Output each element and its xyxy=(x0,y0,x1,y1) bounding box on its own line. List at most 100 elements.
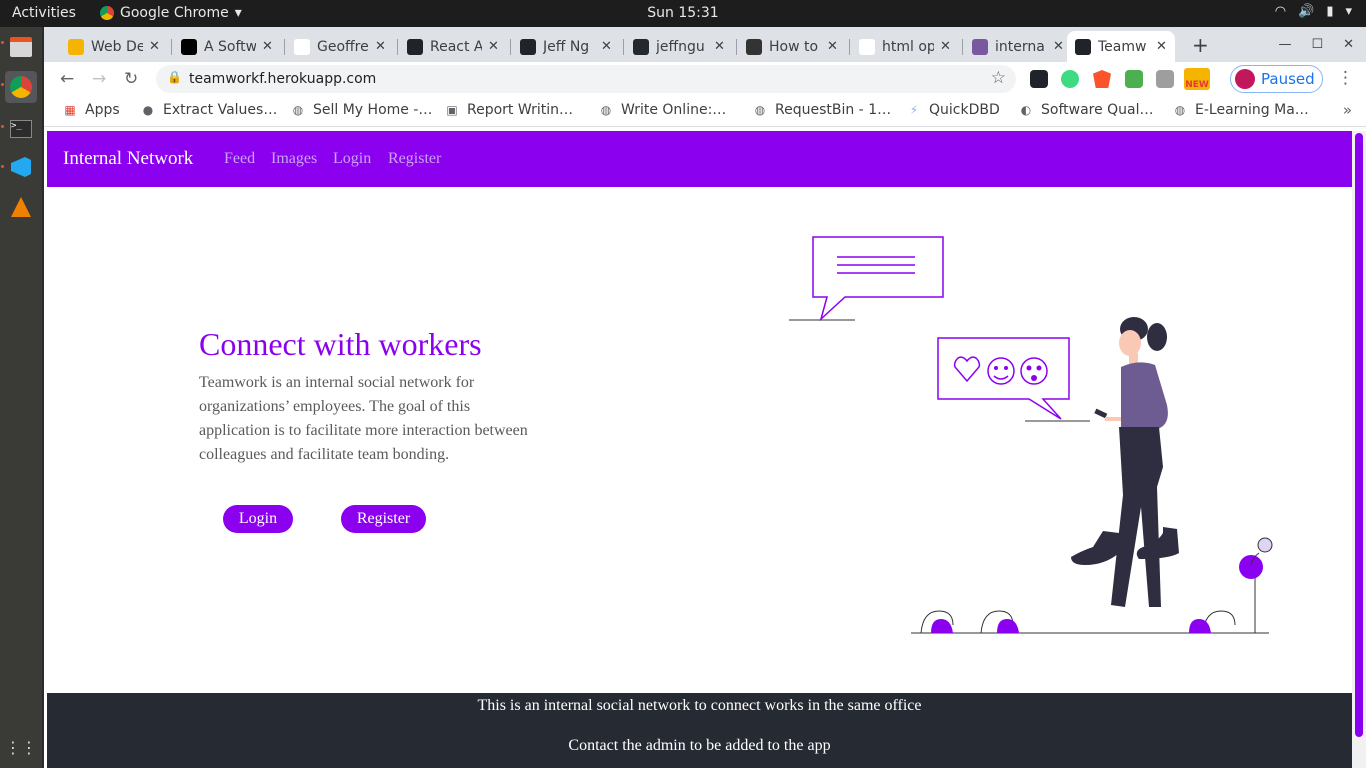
close-tab-icon[interactable]: ✕ xyxy=(827,39,838,54)
bookmark-label: Extract Values… xyxy=(163,102,278,118)
react-devtools-icon[interactable] xyxy=(1030,70,1048,88)
tab[interactable]: How to ✕ xyxy=(738,31,846,62)
bookmark-item[interactable]: ◍ Write Online:… xyxy=(598,102,727,118)
bookmark-star-icon[interactable]: ☆ xyxy=(991,68,1006,88)
brand-link[interactable]: Internal Network xyxy=(63,148,193,170)
bookmark-item[interactable]: ⚡ QuickDBD xyxy=(906,102,1000,118)
nav-register[interactable]: Register xyxy=(388,150,441,168)
vscode-icon[interactable] xyxy=(5,151,37,183)
react-icon xyxy=(1075,38,1091,55)
tab-title: How to xyxy=(769,38,819,55)
vlc-icon[interactable] xyxy=(5,191,37,223)
download-extension-icon[interactable] xyxy=(1125,70,1143,88)
chrome-icon[interactable] xyxy=(5,71,37,103)
maximize-icon[interactable]: ☐ xyxy=(1311,37,1323,52)
nav-images[interactable]: Images xyxy=(271,150,317,168)
close-tab-icon[interactable]: ✕ xyxy=(262,39,273,54)
tab-title: jeffngu xyxy=(656,38,705,55)
bookmark-label: Sell My Home -… xyxy=(313,102,433,118)
tab[interactable]: React A ✕ xyxy=(399,31,507,62)
minimize-icon[interactable]: — xyxy=(1278,37,1291,52)
bookmark-item[interactable]: ▣ Report Writin… xyxy=(444,102,573,118)
reload-icon[interactable]: ↻ xyxy=(124,69,138,89)
files-icon[interactable] xyxy=(5,31,37,63)
woman-figure xyxy=(1071,317,1179,607)
footer-description: This is an internal social network to co… xyxy=(477,697,922,714)
activities-button[interactable]: Activities xyxy=(12,5,76,21)
tab[interactable]: html op ✕ xyxy=(851,31,959,62)
brave-icon[interactable] xyxy=(1093,70,1111,88)
url-text[interactable]: teamworkf.herokuapp.com xyxy=(189,71,376,87)
software-icon: ◐ xyxy=(1020,103,1032,117)
show-apps-icon[interactable]: ⋮⋮ xyxy=(5,731,37,763)
bookmark-label: Apps xyxy=(85,102,120,118)
site-navbar: Internal Network Feed Images Login Regis… xyxy=(47,131,1352,187)
close-tab-icon[interactable]: ✕ xyxy=(375,39,386,54)
extension-icon[interactable] xyxy=(1061,70,1079,88)
chat-bubble-emoji xyxy=(937,337,1090,422)
tab[interactable]: Teamw ✕ xyxy=(1067,31,1175,62)
app-menu[interactable]: Google Chrome ▾ xyxy=(100,5,242,21)
address-bar[interactable]: 🔒 teamworkf.herokuapp.com ☆ xyxy=(156,65,1016,93)
tab[interactable]: Geoffre ✕ xyxy=(286,31,394,62)
clock[interactable]: Sun 15:31 xyxy=(647,5,718,21)
new-extension-icon[interactable]: NEW xyxy=(1184,68,1210,90)
close-tab-icon[interactable]: ✕ xyxy=(940,39,951,54)
menu-icon[interactable]: ⋮ xyxy=(1337,68,1354,88)
lock-icon[interactable]: 🔒 xyxy=(167,70,182,84)
close-icon[interactable]: ✕ xyxy=(1343,37,1354,52)
close-tab-icon[interactable]: ✕ xyxy=(714,39,725,54)
back-icon[interactable]: ← xyxy=(60,69,74,89)
close-tab-icon[interactable]: ✕ xyxy=(149,39,160,54)
app-name: Google Chrome xyxy=(120,5,229,21)
bookmark-item[interactable]: ● Extract Values… xyxy=(140,102,278,118)
battery-icon: ▮ xyxy=(1326,4,1334,19)
register-button[interactable]: Register xyxy=(341,505,426,533)
tab[interactable]: A Softw ✕ xyxy=(173,31,281,62)
close-tab-icon[interactable]: ✕ xyxy=(488,39,499,54)
terminal-icon[interactable]: >_ xyxy=(5,113,37,145)
bookmark-label: Report Writin… xyxy=(467,102,573,118)
tab[interactable]: jeffngu ✕ xyxy=(625,31,733,62)
nav-feed[interactable]: Feed xyxy=(224,150,255,168)
hero-title: Connect with workers xyxy=(199,326,482,362)
github-icon xyxy=(633,38,649,55)
new-tab-button[interactable]: + xyxy=(1192,33,1209,57)
tab-separator xyxy=(510,39,511,55)
tab-title: interna xyxy=(995,38,1045,55)
more-bookmarks-icon[interactable]: » xyxy=(1343,101,1352,119)
chat-bubble-text xyxy=(789,236,944,322)
bookmark-item[interactable]: ◍ Sell My Home -… xyxy=(290,102,433,118)
login-button[interactable]: Login xyxy=(223,505,293,533)
tab-title: React A xyxy=(430,38,482,55)
bookmark-item[interactable]: ◐ Software Qual… xyxy=(1018,102,1154,118)
reader-icon[interactable] xyxy=(1156,70,1174,88)
browser-window: Web De ✕ A Softw ✕ Geoffre ✕ React A ✕ Jeff Ng ✕ j… xyxy=(44,27,1366,768)
tab[interactable]: interna ✕ xyxy=(964,31,1072,62)
quickdbd-icon: ⚡ xyxy=(909,103,919,117)
profile-button[interactable]: Paused xyxy=(1230,65,1323,93)
page-scrollbar[interactable] xyxy=(1352,131,1366,768)
forward-icon[interactable]: → xyxy=(92,69,106,89)
close-tab-icon[interactable]: ✕ xyxy=(1156,39,1167,54)
scrollbar-thumb[interactable] xyxy=(1355,133,1363,737)
tab-title: Teamw xyxy=(1098,38,1147,55)
close-tab-icon[interactable]: ✕ xyxy=(1053,39,1064,54)
google-icon xyxy=(859,38,875,55)
avatar xyxy=(1235,69,1255,89)
bookmark-item[interactable]: ◍ E-Learning Ma… xyxy=(1172,102,1309,118)
bookmark-item[interactable]: ◍ RequestBin - 1… xyxy=(752,102,891,118)
dock: >_ ⋮⋮ xyxy=(0,27,42,768)
nav-login[interactable]: Login xyxy=(333,150,371,168)
heart-icon xyxy=(953,356,981,383)
tab-separator xyxy=(171,39,172,55)
tab[interactable]: Web De ✕ xyxy=(60,31,168,62)
volume-icon: 🔊 xyxy=(1298,4,1315,19)
system-tray[interactable]: ◠ 🔊 ▮ ▾ xyxy=(1275,4,1352,19)
bookmark-item[interactable]: ▦ Apps xyxy=(62,102,120,118)
tab-title: Web De xyxy=(91,38,143,55)
bookmark-label: Software Qual… xyxy=(1041,102,1154,118)
tab[interactable]: Jeff Ng ✕ xyxy=(512,31,620,62)
close-tab-icon[interactable]: ✕ xyxy=(601,39,612,54)
bookmark-label: RequestBin - 1… xyxy=(775,102,892,118)
